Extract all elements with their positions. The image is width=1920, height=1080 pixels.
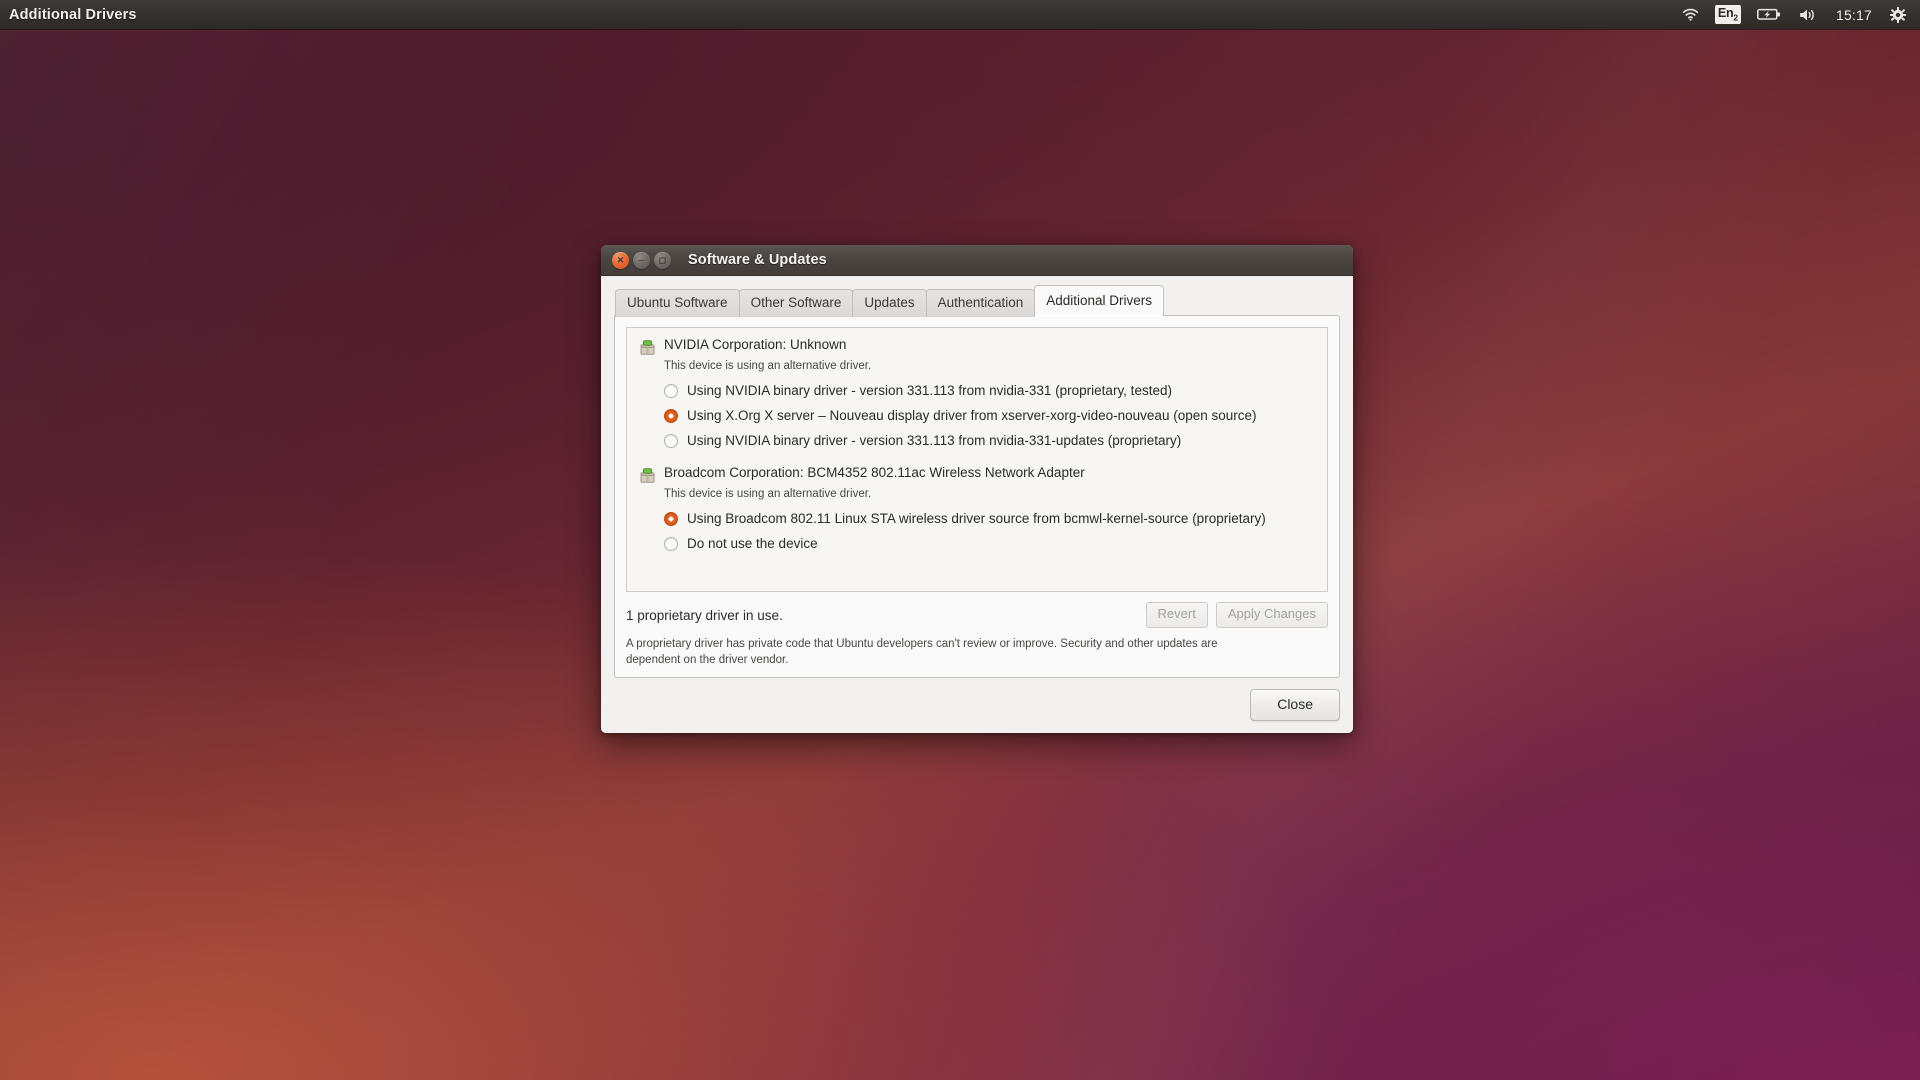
driver-option-label: Using Broadcom 802.11 Linux STA wireless… xyxy=(687,511,1266,527)
keyboard-layout-badge: En2 xyxy=(1714,4,1741,25)
software-updates-window: ✕ ─ ◻ Software & Updates Ubuntu Software… xyxy=(601,245,1353,733)
device-name: Broadcom Corporation: BCM4352 802.11ac W… xyxy=(664,465,1085,481)
keyboard-layout-label: En xyxy=(1717,5,1734,20)
radio-button-selected[interactable] xyxy=(664,512,678,527)
package-icon xyxy=(639,467,656,484)
package-icon xyxy=(639,339,656,356)
device-block-nvidia: NVIDIA Corporation: Unknown This device … xyxy=(627,337,1327,453)
additional-drivers-panel: NVIDIA Corporation: Unknown This device … xyxy=(614,315,1340,679)
session-menu-indicator[interactable] xyxy=(1881,0,1915,29)
panel-app-title[interactable]: Additional Drivers xyxy=(0,7,137,23)
panel-indicator-area: En2 15:17 xyxy=(1673,0,1920,29)
wifi-icon xyxy=(1682,8,1699,21)
battery-charging-icon xyxy=(1757,8,1781,21)
proprietary-driver-note: A proprietary driver has private code th… xyxy=(626,638,1218,666)
driver-option-label: Using X.Org X server – Nouveau display d… xyxy=(687,407,1257,423)
device-name: NVIDIA Corporation: Unknown xyxy=(664,337,847,352)
driver-option-label: Using NVIDIA binary driver - version 331… xyxy=(687,382,1172,398)
minimize-window-button[interactable]: ─ xyxy=(633,251,650,269)
driver-option-row[interactable]: Using NVIDIA binary driver - version 331… xyxy=(664,428,1319,453)
device-header: NVIDIA Corporation: Unknown xyxy=(635,337,1319,356)
device-separator-space xyxy=(627,453,1327,465)
action-button-group: Revert Apply Changes xyxy=(1145,602,1328,629)
window-body: Ubuntu Software Other Software Updates A… xyxy=(601,276,1353,733)
tab-updates[interactable]: Updates xyxy=(852,288,927,317)
window-titlebar[interactable]: ✕ ─ ◻ Software & Updates xyxy=(601,245,1353,276)
driver-option-row[interactable]: Using X.Org X server – Nouveau display d… xyxy=(664,403,1319,428)
radio-button[interactable] xyxy=(664,383,678,398)
close-window-button[interactable]: ✕ xyxy=(612,251,629,269)
tab-strip: Ubuntu Software Other Software Updates A… xyxy=(615,284,1340,317)
driver-option-label: Do not use the device xyxy=(687,536,818,552)
dialog-action-row: Close xyxy=(614,678,1340,721)
minimize-icon: ─ xyxy=(638,254,645,265)
close-icon: ✕ xyxy=(616,254,625,265)
device-status-text: This device is using an alternative driv… xyxy=(664,360,872,372)
driver-status-row: 1 proprietary driver in use. Revert Appl… xyxy=(626,602,1328,629)
driver-list-scroll-area[interactable]: NVIDIA Corporation: Unknown This device … xyxy=(626,327,1328,593)
apply-changes-button[interactable]: Apply Changes xyxy=(1215,602,1328,629)
driver-option-row[interactable]: Using NVIDIA binary driver - version 331… xyxy=(664,378,1319,403)
wifi-indicator[interactable] xyxy=(1673,0,1708,29)
maximize-window-button[interactable]: ◻ xyxy=(654,251,671,269)
driver-option-row[interactable]: Using Broadcom 802.11 Linux STA wireless… xyxy=(664,507,1319,532)
maximize-icon: ◻ xyxy=(658,254,667,265)
tab-other-software[interactable]: Other Software xyxy=(738,288,854,317)
tab-additional-drivers[interactable]: Additional Drivers xyxy=(1034,284,1165,316)
driver-option-label: Using NVIDIA binary driver - version 331… xyxy=(687,432,1182,448)
keyboard-layout-index: 2 xyxy=(1733,12,1738,23)
battery-indicator[interactable] xyxy=(1748,0,1790,29)
keyboard-layout-indicator[interactable]: En2 xyxy=(1708,0,1748,29)
radio-button[interactable] xyxy=(664,433,678,448)
proprietary-driver-status: 1 proprietary driver in use. xyxy=(626,607,783,623)
radio-button[interactable] xyxy=(664,537,678,552)
radio-button-selected[interactable] xyxy=(664,408,678,423)
volume-icon xyxy=(1799,8,1818,22)
window-title: Software & Updates xyxy=(688,252,827,268)
device-status-text: This device is using an alternative driv… xyxy=(664,488,872,501)
tab-ubuntu-software[interactable]: Ubuntu Software xyxy=(615,288,740,317)
gear-icon xyxy=(1890,6,1906,23)
clock-indicator[interactable]: 15:17 xyxy=(1827,0,1881,29)
device-header: Broadcom Corporation: BCM4352 802.11ac W… xyxy=(635,465,1319,484)
top-panel: Additional Drivers En2 15:17 xyxy=(0,0,1920,29)
device-block-broadcom: Broadcom Corporation: BCM4352 802.11ac W… xyxy=(627,465,1327,556)
close-button[interactable]: Close xyxy=(1250,689,1340,721)
tab-authentication[interactable]: Authentication xyxy=(925,288,1036,317)
driver-option-row[interactable]: Do not use the device xyxy=(664,532,1319,557)
volume-indicator[interactable] xyxy=(1790,0,1827,29)
revert-button[interactable]: Revert xyxy=(1145,602,1208,629)
